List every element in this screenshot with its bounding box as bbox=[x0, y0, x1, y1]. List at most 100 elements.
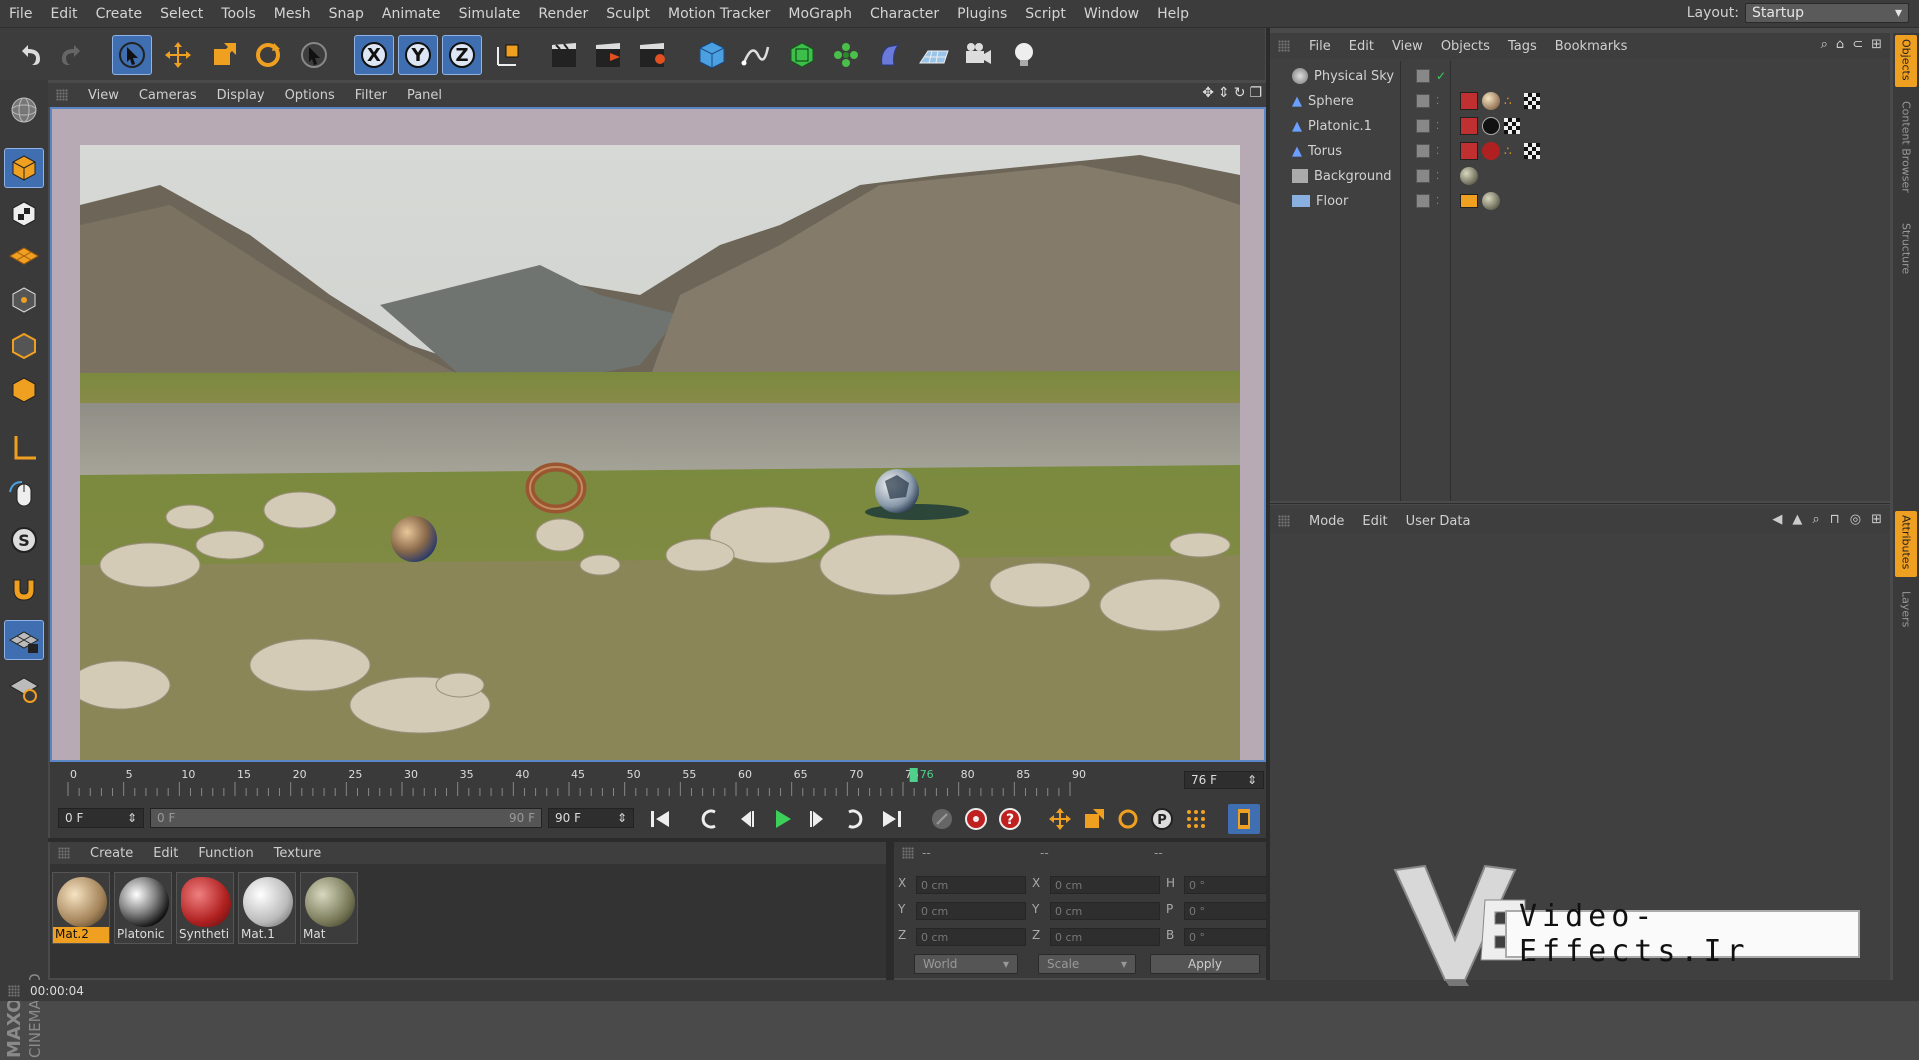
viewport-menu-display[interactable]: Display bbox=[207, 88, 275, 103]
object-row[interactable]: Background ⁚ bbox=[1276, 165, 1919, 187]
axis-mode-button[interactable] bbox=[4, 428, 44, 468]
rotate-tool-button[interactable] bbox=[248, 35, 288, 75]
material-menu-create[interactable]: Create bbox=[80, 846, 143, 861]
viewport-menu-view[interactable]: View bbox=[78, 88, 129, 103]
render-view-button[interactable] bbox=[544, 35, 584, 75]
live-selection-button[interactable] bbox=[112, 35, 152, 75]
floor-object-button[interactable] bbox=[914, 35, 954, 75]
texture-tag-icon[interactable] bbox=[1504, 118, 1520, 134]
link-icon[interactable]: ⊂ bbox=[1852, 37, 1863, 52]
polygons-mode-button[interactable] bbox=[4, 370, 44, 410]
material-menu-texture[interactable]: Texture bbox=[264, 846, 332, 861]
menu-mesh[interactable]: Mesh bbox=[265, 6, 320, 22]
coordinate-system-button[interactable] bbox=[488, 35, 528, 75]
attribute-menu-edit[interactable]: Edit bbox=[1353, 514, 1396, 529]
menu-motion-tracker[interactable]: Motion Tracker bbox=[659, 6, 779, 22]
previous-frame-button[interactable] bbox=[730, 804, 762, 834]
coordinate-mode-select[interactable]: World ▾ bbox=[914, 954, 1018, 974]
compositing-tag-icon[interactable] bbox=[1460, 194, 1478, 208]
edges-mode-button[interactable] bbox=[4, 326, 44, 366]
preview-range-slider[interactable]: 0 F 90 F bbox=[150, 808, 542, 828]
panel-divider[interactable] bbox=[886, 842, 894, 980]
attribute-menu-user-data[interactable]: User Data bbox=[1397, 514, 1480, 529]
visibility-dots-icon[interactable]: ⁚ bbox=[1436, 96, 1439, 107]
tab-attributes[interactable]: Attributes bbox=[1895, 511, 1917, 577]
object-row[interactable]: ▲ Sphere ⁚ ∴ bbox=[1276, 90, 1919, 112]
layer-icon[interactable] bbox=[1416, 194, 1430, 208]
object-menu-view[interactable]: View bbox=[1383, 39, 1432, 54]
home-icon[interactable]: ⌂ bbox=[1836, 37, 1844, 52]
object-row[interactable]: ▲ Torus ⁚ ∴ bbox=[1276, 140, 1919, 162]
material-swatch[interactable]: Syntheti bbox=[176, 872, 234, 944]
layout-select[interactable]: Startup ▾ bbox=[1745, 3, 1909, 23]
deformer-button[interactable] bbox=[870, 35, 910, 75]
end-frame-field[interactable]: 90 F ⇕ bbox=[548, 808, 634, 828]
maximize-icon[interactable]: ❐ bbox=[1249, 85, 1262, 101]
position-y-field[interactable]: 0 cm bbox=[916, 902, 1026, 920]
material-menu-edit[interactable]: Edit bbox=[143, 846, 188, 861]
new-window-icon[interactable]: ⊞ bbox=[1871, 512, 1882, 527]
next-key-button[interactable] bbox=[838, 804, 870, 834]
key-position-button[interactable] bbox=[1044, 804, 1076, 834]
points-mode-button[interactable] bbox=[4, 280, 44, 320]
subdivision-surface-button[interactable] bbox=[782, 35, 822, 75]
current-frame-field[interactable]: 76 F ⇕ bbox=[1184, 771, 1264, 789]
next-frame-button[interactable] bbox=[802, 804, 834, 834]
viewport-menu-options[interactable]: Options bbox=[275, 88, 345, 103]
size-x-field[interactable]: 0 cm bbox=[1050, 876, 1160, 894]
workplane-mode-button[interactable] bbox=[4, 234, 44, 274]
model-mode-button[interactable] bbox=[4, 148, 44, 188]
lock-icon[interactable]: ⊓ bbox=[1830, 512, 1840, 527]
back-arrow-icon[interactable]: ◀ bbox=[1772, 512, 1782, 527]
object-row[interactable]: ▲ Platonic.1 ⁚ bbox=[1276, 115, 1919, 137]
pan-icon[interactable]: ✥ bbox=[1202, 85, 1214, 101]
texture-tag-icon[interactable] bbox=[1524, 143, 1540, 159]
y-axis-lock-button[interactable]: Y bbox=[398, 35, 438, 75]
object-row[interactable]: Physical Sky ✓ bbox=[1276, 65, 1919, 87]
z-axis-lock-button[interactable]: Z bbox=[442, 35, 482, 75]
viewport-menu-cameras[interactable]: Cameras bbox=[129, 88, 207, 103]
viewport-menu-panel[interactable]: Panel bbox=[397, 88, 452, 103]
planar-workplane-button[interactable] bbox=[4, 668, 44, 708]
menu-script[interactable]: Script bbox=[1016, 6, 1075, 22]
menu-character[interactable]: Character bbox=[861, 6, 948, 22]
3d-viewport[interactable] bbox=[50, 107, 1266, 762]
material-tag-icon[interactable] bbox=[1482, 192, 1500, 210]
orbit-icon[interactable]: ↻ bbox=[1234, 85, 1246, 101]
layer-icon[interactable] bbox=[1416, 94, 1430, 108]
search-icon[interactable]: ⌕ bbox=[1821, 37, 1828, 52]
panel-grip[interactable] bbox=[1278, 40, 1290, 52]
menu-animate[interactable]: Animate bbox=[373, 6, 450, 22]
menu-plugins[interactable]: Plugins bbox=[948, 6, 1016, 22]
visibility-dots-icon[interactable]: ⁚ bbox=[1436, 196, 1439, 207]
panel-grip[interactable] bbox=[8, 984, 20, 997]
menu-simulate[interactable]: Simulate bbox=[450, 6, 530, 22]
layer-icon[interactable] bbox=[1416, 119, 1430, 133]
solo-mode-button[interactable]: S bbox=[4, 520, 44, 560]
up-arrow-icon[interactable]: ▲ bbox=[1792, 512, 1802, 527]
apply-button[interactable]: Apply bbox=[1150, 954, 1260, 974]
tab-structure[interactable]: Structure bbox=[1895, 219, 1917, 283]
object-menu-bookmarks[interactable]: Bookmarks bbox=[1546, 39, 1637, 54]
panel-grip[interactable] bbox=[902, 847, 914, 859]
cube-object-button[interactable] bbox=[692, 35, 732, 75]
array-cloner-button[interactable] bbox=[826, 35, 866, 75]
key-parameter-button[interactable]: P bbox=[1146, 804, 1178, 834]
tab-objects[interactable]: Objects bbox=[1895, 35, 1917, 87]
menu-select[interactable]: Select bbox=[151, 6, 212, 22]
make-editable-button[interactable] bbox=[4, 90, 44, 130]
timeline-ruler[interactable]: 05101520253035404550556065707580859076 bbox=[64, 766, 1174, 796]
record-active-objects-button[interactable] bbox=[926, 804, 958, 834]
material-swatch[interactable]: Mat.2 bbox=[52, 872, 110, 944]
spline-pen-button[interactable] bbox=[736, 35, 776, 75]
object-menu-file[interactable]: File bbox=[1300, 39, 1340, 54]
object-menu-edit[interactable]: Edit bbox=[1340, 39, 1383, 54]
render-picture-viewer-button[interactable] bbox=[588, 35, 628, 75]
material-tag-icon[interactable] bbox=[1482, 142, 1500, 160]
target-icon[interactable]: ◎ bbox=[1850, 512, 1861, 527]
selection-tag-icon[interactable]: ∴ bbox=[1504, 144, 1512, 158]
timeline-window-button[interactable] bbox=[1228, 804, 1260, 834]
dolly-icon[interactable]: ⇕ bbox=[1218, 85, 1230, 101]
render-settings-button[interactable] bbox=[632, 35, 672, 75]
tab-layers[interactable]: Layers bbox=[1895, 587, 1917, 633]
